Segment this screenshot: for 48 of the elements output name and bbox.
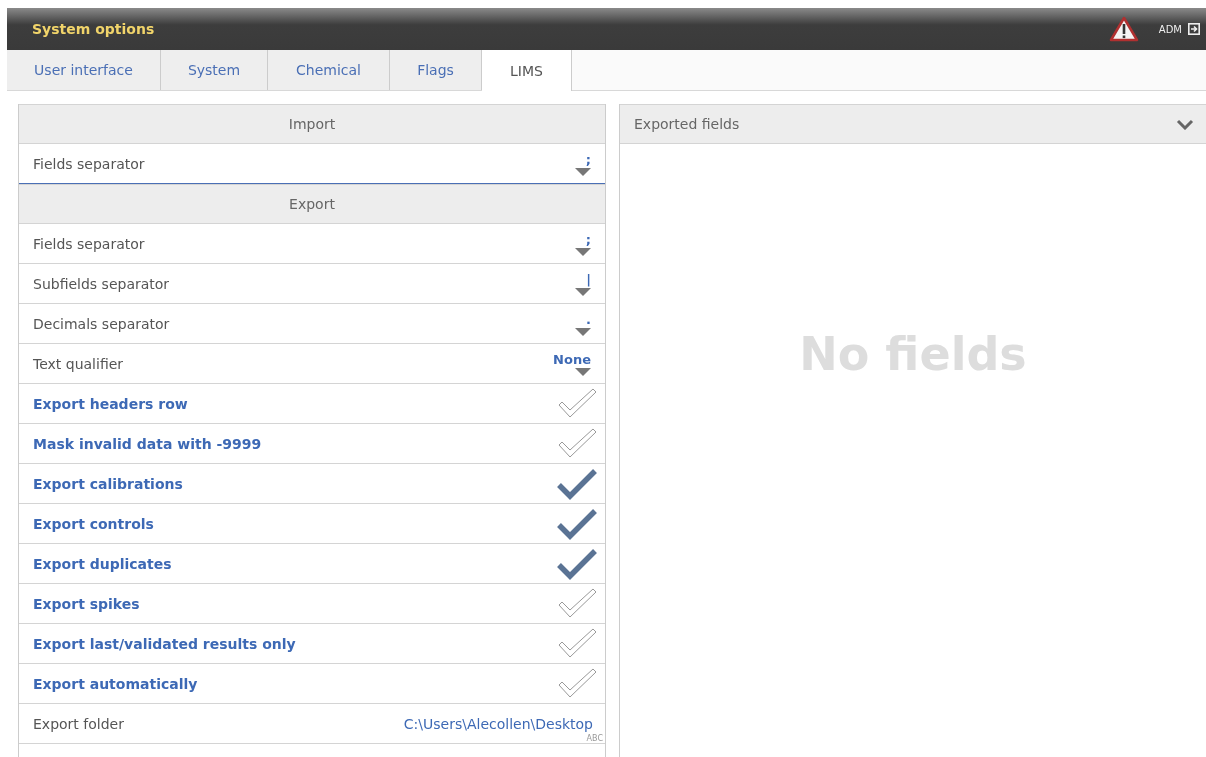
dropdown-arrow-icon[interactable]: [575, 287, 591, 296]
folder-path: C:\Users\Alecollen\Desktop: [403, 716, 593, 732]
chevron-down-icon[interactable]: [1176, 118, 1194, 130]
page-title: System options: [32, 21, 155, 37]
option-label: Decimals separator: [33, 315, 170, 332]
option-label: Export last/validated results only: [33, 635, 296, 652]
checkmark-outline-icon[interactable]: [557, 667, 597, 700]
dropdown-arrow-icon[interactable]: [575, 167, 591, 176]
tab[interactable]: Chemical: [268, 50, 390, 90]
select-value: None: [553, 351, 591, 367]
option-label: Export folder: [33, 715, 124, 732]
user-name: ADM: [1158, 23, 1182, 35]
option-label: Text qualifier: [33, 355, 124, 372]
select-value: ;: [585, 231, 591, 247]
select-value: ;: [585, 151, 591, 167]
dropdown-arrow-icon[interactable]: [575, 247, 591, 256]
option-label: Export headers row: [33, 395, 188, 412]
checkmark-icon[interactable]: [557, 507, 597, 540]
tab[interactable]: User interface: [7, 50, 161, 90]
checkmark-outline-icon[interactable]: [557, 387, 597, 420]
dropdown-arrow-icon[interactable]: [575, 327, 591, 336]
logout-icon[interactable]: [1188, 23, 1200, 35]
text-type-hint: ABC: [586, 734, 603, 743]
tab[interactable]: Flags: [390, 50, 482, 90]
section-header: Export: [19, 184, 605, 224]
option-label: Fields separator: [33, 155, 145, 172]
checkmark-icon[interactable]: [557, 547, 597, 580]
section-header: Import: [19, 104, 605, 144]
exported-fields-header[interactable]: Exported fields: [620, 104, 1206, 144]
panel-title: Exported fields: [634, 116, 740, 132]
tab[interactable]: LIMS: [482, 50, 572, 91]
checkmark-outline-icon[interactable]: [557, 627, 597, 660]
option-label: Export automatically: [33, 675, 198, 692]
checkmark-outline-icon[interactable]: [557, 587, 597, 620]
select-value: .: [586, 311, 591, 327]
option-label: Export duplicates: [33, 555, 172, 572]
checkmark-outline-icon[interactable]: [557, 427, 597, 460]
option-label: Fields separator: [33, 235, 145, 252]
select-value: |: [586, 271, 591, 287]
option-label: Subfields separator: [33, 275, 170, 292]
option-label: Export controls: [33, 515, 154, 532]
warning-icon[interactable]: [1108, 16, 1139, 42]
tab[interactable]: System: [161, 50, 268, 90]
checkmark-icon[interactable]: [557, 467, 597, 500]
option-label: Export calibrations: [33, 475, 183, 492]
option-label: Export spikes: [33, 595, 140, 612]
option-label: Mask invalid data with -9999: [33, 435, 262, 452]
dropdown-arrow-icon[interactable]: [575, 367, 591, 376]
